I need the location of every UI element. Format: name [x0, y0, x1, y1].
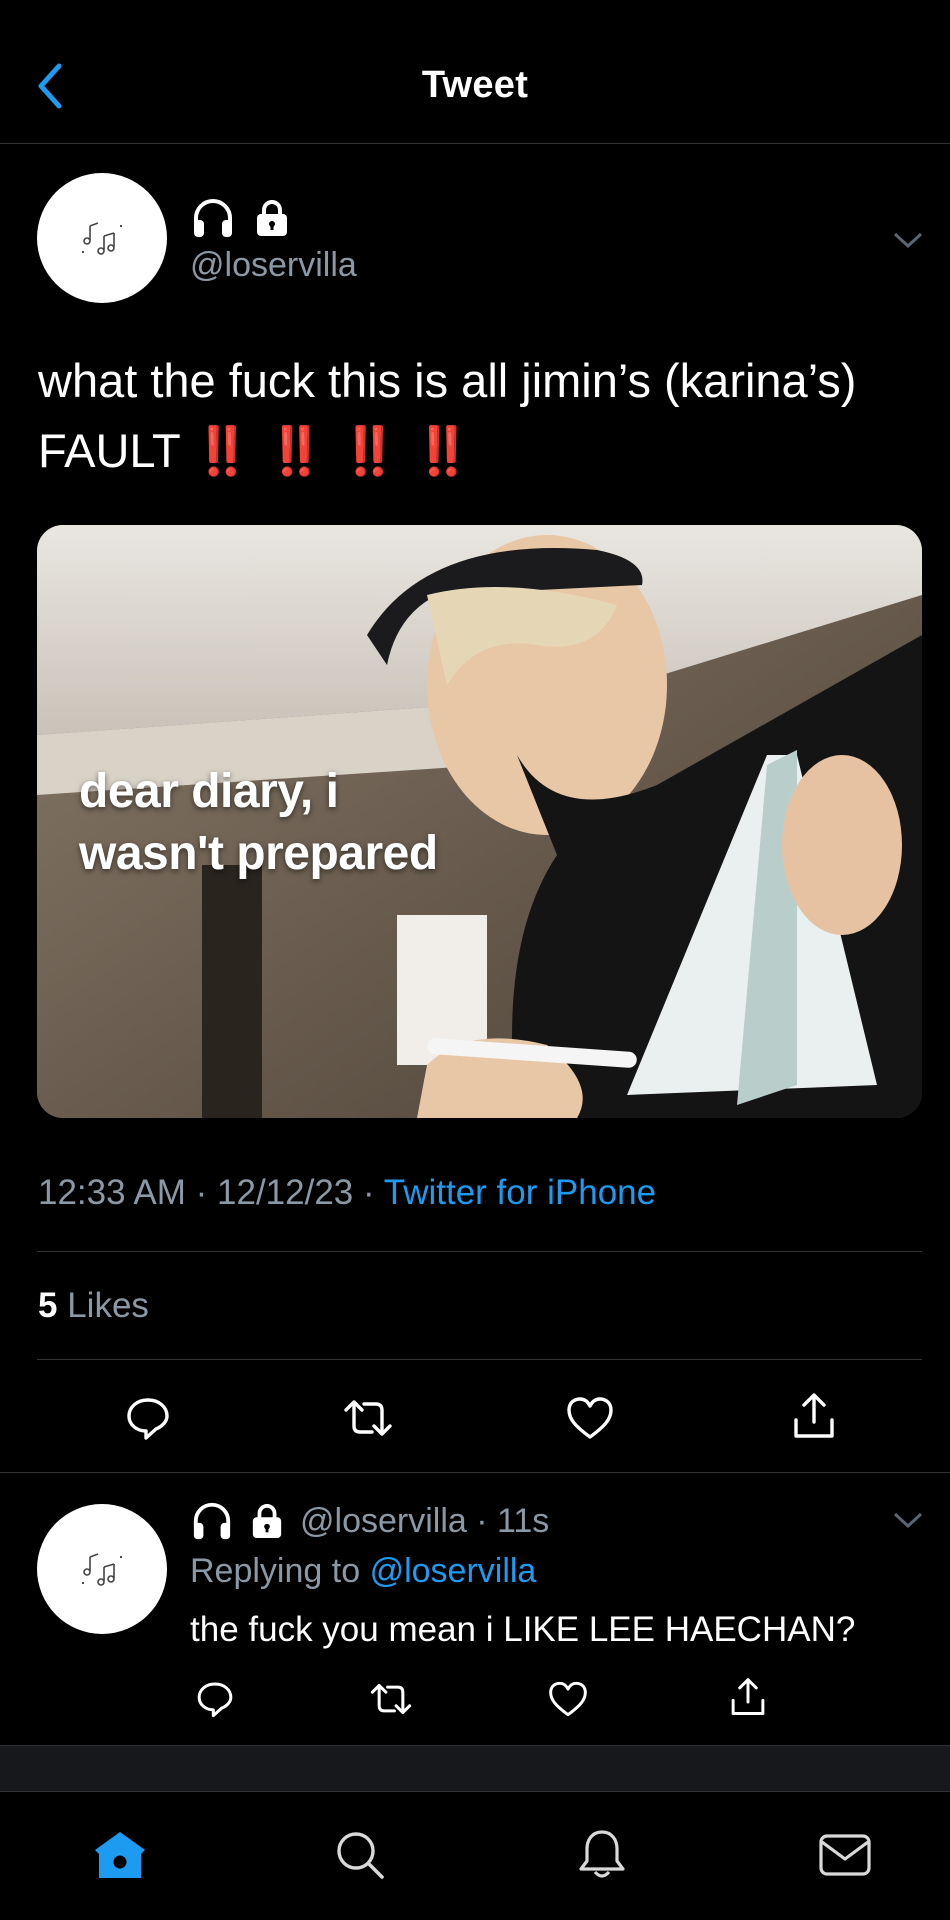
messages-envelope-icon	[819, 1834, 871, 1876]
author-badges	[190, 196, 290, 240]
divider	[0, 1472, 950, 1473]
thread-end-spacer	[0, 1745, 950, 1791]
reply-author-row: @loservilla · 11s	[190, 1500, 549, 1542]
replying-prefix: Replying to	[190, 1552, 361, 1590]
chevron-down-icon[interactable]	[892, 1510, 924, 1530]
headphones-icon	[193, 1502, 231, 1540]
top-navigation-bar: Tweet	[0, 0, 950, 144]
divider	[37, 1359, 922, 1360]
reply-share-button[interactable]	[723, 1670, 773, 1724]
reply-age: 11s	[497, 1501, 550, 1540]
replying-to: Replying to @loservilla	[190, 1552, 536, 1591]
media-caption-line: wasn't prepared	[79, 827, 438, 880]
tweet-metadata: 12:33 AM · 12/12/23 · Twitter for iPhone	[38, 1173, 656, 1213]
likes-count-link[interactable]: 5 Likes	[38, 1286, 149, 1326]
likes-count: 5	[38, 1286, 58, 1325]
bottom-tab-bar	[0, 1791, 950, 1920]
separator-dot: ·	[195, 1173, 218, 1212]
heart-icon	[567, 1397, 613, 1439]
separator-dot: ·	[466, 1501, 497, 1540]
comment-icon	[127, 1398, 169, 1440]
media-caption-line: dear diary, i	[79, 765, 339, 818]
share-icon	[794, 1393, 834, 1438]
like-button[interactable]	[560, 1388, 620, 1448]
tweet-time: 12:33 AM	[38, 1173, 186, 1212]
search-icon	[337, 1832, 384, 1879]
page-title: Tweet	[421, 64, 529, 106]
tweet-media-image[interactable]: dear diary, i wasn't prepared	[37, 525, 922, 1118]
share-icon	[731, 1678, 765, 1716]
notifications-bell-icon	[579, 1830, 625, 1878]
tweet-text: what the fuck this is all jimin’s (karin…	[38, 346, 918, 486]
music-notes-icon	[82, 222, 122, 255]
tab-messages[interactable]	[810, 1820, 880, 1890]
tab-notifications[interactable]	[567, 1820, 637, 1890]
comment-icon	[197, 1682, 233, 1718]
heart-icon	[549, 1681, 587, 1717]
likes-label: Likes	[67, 1286, 149, 1325]
retweet-icon	[370, 1683, 412, 1715]
author-avatar[interactable]	[37, 173, 167, 303]
headphones-icon	[194, 199, 232, 237]
reply-reply-button[interactable]	[190, 1674, 240, 1724]
tweet-date: 12/12/23	[217, 1173, 354, 1212]
separator-dot: ·	[363, 1173, 384, 1212]
reply-text: the fuck you mean i LIKE LEE HAECHAN?	[190, 1610, 856, 1649]
tweet-source-link[interactable]: Twitter for iPhone	[384, 1173, 656, 1212]
tab-home[interactable]	[85, 1820, 155, 1890]
reply-author-avatar[interactable]	[37, 1504, 167, 1634]
reply-like-button[interactable]	[543, 1674, 593, 1724]
music-notes-icon	[82, 1553, 122, 1586]
reply-button[interactable]	[118, 1388, 178, 1448]
replying-to-mention[interactable]: @loservilla	[370, 1552, 537, 1590]
reply-handle-text: @loservilla	[300, 1501, 467, 1540]
reply-handle[interactable]: @loservilla · 11s	[300, 1502, 549, 1541]
tab-search[interactable]	[325, 1820, 395, 1890]
double-exclamation-emoji: ‼️ ‼️ ‼️ ‼️	[192, 424, 474, 477]
chevron-down-icon[interactable]	[892, 230, 924, 250]
share-button[interactable]	[784, 1384, 844, 1448]
lock-icon	[257, 200, 287, 236]
author-handle[interactable]: @loservilla	[190, 246, 357, 285]
divider	[37, 1251, 922, 1252]
media-caption: dear diary, i wasn't prepared	[79, 761, 438, 885]
retweet-button[interactable]	[338, 1388, 398, 1448]
reply-retweet-button[interactable]	[366, 1674, 416, 1724]
retweet-icon	[344, 1400, 392, 1436]
home-icon	[95, 1832, 145, 1878]
lock-icon	[252, 1504, 282, 1538]
